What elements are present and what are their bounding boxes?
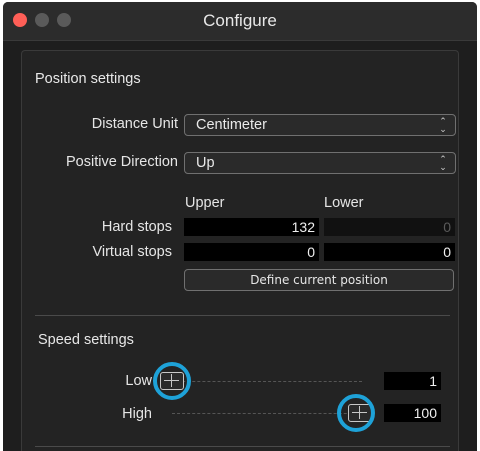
distance-unit-value: Centimeter: [196, 117, 267, 133]
positive-direction-label: Positive Direction: [65, 154, 178, 170]
virtual-stops-upper-field[interactable]: 0: [184, 243, 319, 261]
up-down-chevron-icon: ⌃ ⌄: [439, 116, 447, 134]
up-down-chevron-icon: ⌃ ⌄: [439, 154, 447, 172]
low-speed-value-field[interactable]: 1: [384, 372, 441, 390]
highlight-ring-high: [337, 394, 375, 432]
distance-unit-select[interactable]: Centimeter ⌃ ⌄: [184, 114, 456, 136]
settings-panel: Position settings Distance Unit Centimet…: [21, 50, 459, 451]
high-speed-value-field[interactable]: 100: [384, 404, 441, 422]
virtual-stops-lower-field[interactable]: 0: [324, 243, 455, 261]
high-speed-label: High: [122, 406, 152, 422]
lower-column-header: Lower: [324, 195, 364, 211]
title-bar: Configure: [3, 2, 477, 41]
low-speed-label: Low: [125, 373, 152, 389]
low-speed-slider-track[interactable]: [162, 381, 362, 382]
window-title: Configure: [203, 11, 277, 30]
positive-direction-value: Up: [196, 155, 215, 171]
upper-column-header: Upper: [185, 195, 225, 211]
virtual-stops-label: Virtual stops: [92, 244, 172, 260]
positive-direction-select[interactable]: Up ⌃ ⌄: [184, 152, 456, 174]
hard-stops-upper-field[interactable]: 132: [184, 218, 319, 236]
section-divider-bottom: [35, 446, 450, 447]
hard-stops-label: Hard stops: [101, 219, 172, 235]
distance-unit-label: Distance Unit: [91, 116, 178, 132]
speed-settings-heading: Speed settings: [38, 332, 134, 348]
section-divider: [35, 315, 450, 316]
highlight-ring-low: [153, 362, 191, 400]
hard-stops-lower-field: 0: [324, 218, 455, 236]
configure-window: Configure Position settings Distance Uni…: [3, 2, 477, 451]
define-current-position-button[interactable]: Define current position: [184, 269, 454, 291]
position-settings-heading: Position settings: [35, 71, 141, 87]
